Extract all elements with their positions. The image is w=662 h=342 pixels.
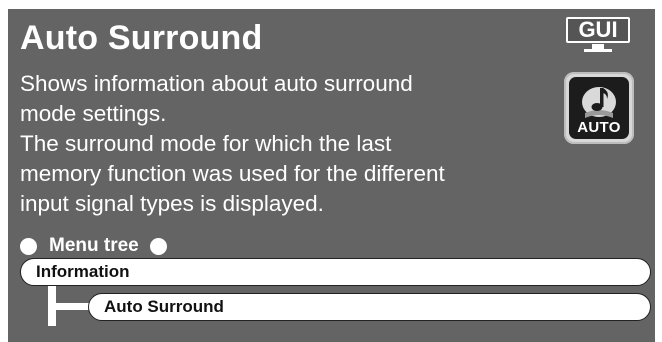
- description-line: input signal types is displayed.: [20, 191, 324, 216]
- auto-label: AUTO: [577, 119, 621, 136]
- page-title: Auto Surround: [20, 19, 263, 57]
- description-line: mode settings.: [20, 101, 167, 126]
- gui-label: GUI: [566, 17, 630, 43]
- menu-tree-item-information: Information: [20, 258, 651, 286]
- menu-tree-item-auto-surround: Auto Surround: [88, 293, 651, 321]
- description-line: memory function was used for the differe…: [20, 161, 445, 186]
- gui-badge-icon: GUI: [566, 17, 630, 53]
- description: Shows information about auto surround mo…: [20, 69, 540, 219]
- menu-tree-label: Menu tree: [49, 235, 139, 256]
- monitor-base: [584, 49, 612, 52]
- bullet-icon: [20, 237, 37, 255]
- auto-surround-icon: AUTO: [564, 72, 634, 144]
- tree-connector-branch: [48, 303, 90, 310]
- menu-tree-header: Menu tree: [20, 233, 167, 259]
- auto-icon-face: AUTO: [569, 77, 629, 139]
- description-line: The surround mode for which the last: [20, 131, 392, 156]
- description-line: Shows information about auto surround: [20, 71, 413, 96]
- content-panel: Auto Surround Shows information about au…: [8, 9, 655, 342]
- bullet-icon: [149, 237, 167, 255]
